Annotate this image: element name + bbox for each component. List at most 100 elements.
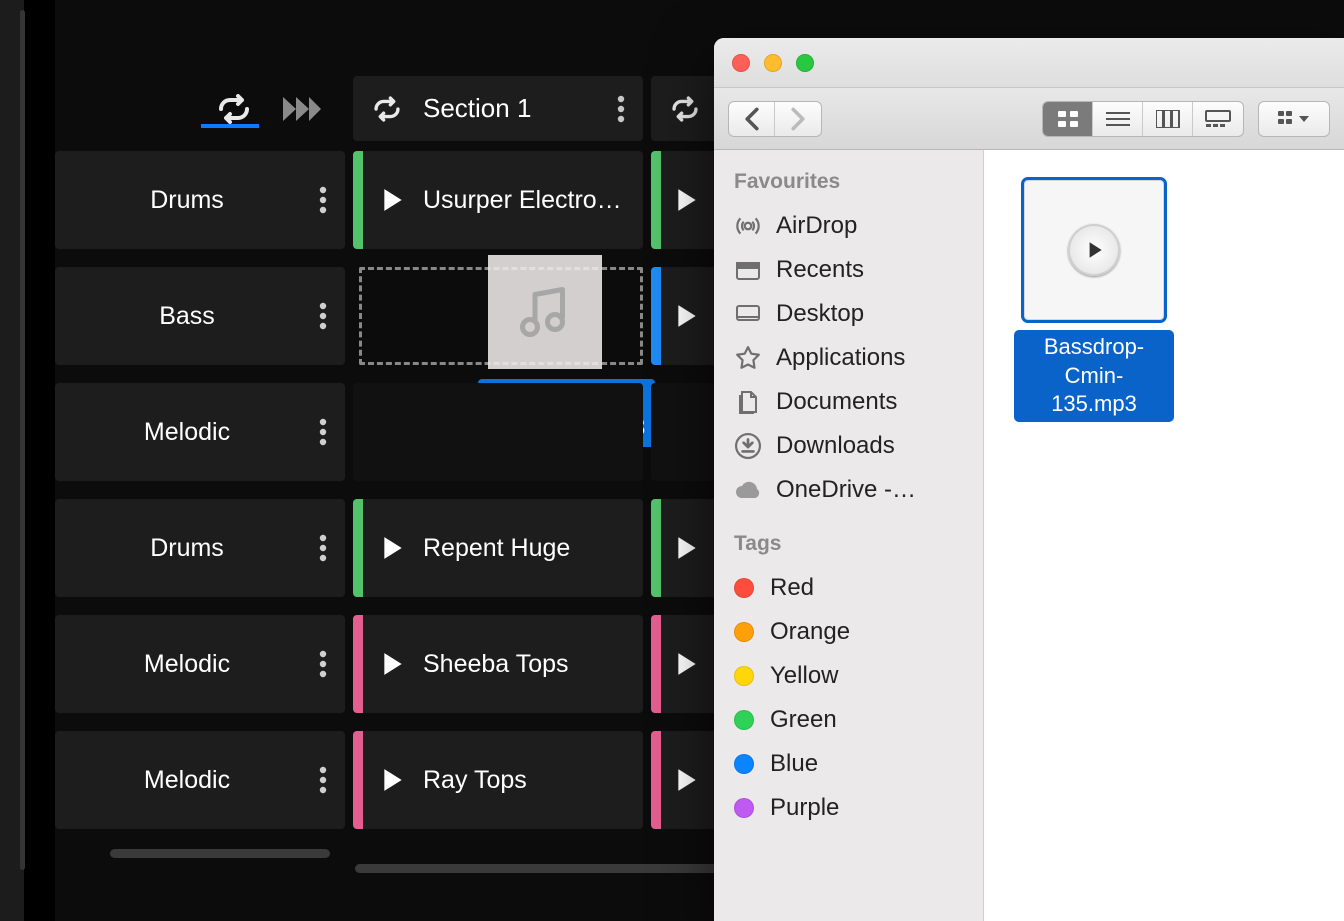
window-minimize-button[interactable]: [764, 54, 782, 72]
track-name: Melodic: [55, 766, 319, 795]
loop-active-indicator: [201, 124, 259, 128]
section-title: Section 1: [423, 93, 531, 124]
sidebar-item-downloads[interactable]: Downloads: [714, 424, 983, 468]
finder-content[interactable]: Bassdrop-Cmin-135.mp3: [984, 150, 1344, 921]
clip-cell[interactable]: Sheeba Tops: [353, 615, 643, 713]
view-seg: [1042, 101, 1244, 137]
finder-titlebar[interactable]: [714, 38, 1344, 88]
track-name: Drums: [55, 534, 319, 563]
tag-dot-icon: [734, 710, 754, 730]
tag-label: Blue: [770, 750, 818, 778]
play-icon[interactable]: [381, 535, 405, 561]
sidebar-item-onedrive-[interactable]: OneDrive -…: [714, 468, 983, 512]
track-label[interactable]: Melodic: [55, 615, 345, 713]
sidebar-item-label: Downloads: [776, 432, 895, 460]
app-left-strip: [0, 0, 24, 921]
tag-label: Yellow: [770, 662, 839, 690]
clip-color-bar: [651, 615, 661, 713]
tag-yellow[interactable]: Yellow: [714, 654, 983, 698]
sidebar-item-documents[interactable]: Documents: [714, 380, 983, 424]
clip-cell-next[interactable]: [651, 151, 721, 249]
tag-orange[interactable]: Orange: [714, 610, 983, 654]
tag-red[interactable]: Red: [714, 566, 983, 610]
back-button[interactable]: [729, 102, 775, 136]
tag-label: Red: [770, 574, 814, 602]
track-hscrollbar[interactable]: [110, 849, 330, 858]
finder-window: Favourites AirDrop Recents Desktop Applicat…: [714, 38, 1344, 921]
clip-cell-next[interactable]: [651, 615, 721, 713]
clip-cell-next[interactable]: [651, 731, 721, 829]
nav-seg: [728, 101, 822, 137]
clip-color-bar: [353, 151, 363, 249]
sidebar-item-applications[interactable]: Applications: [714, 336, 983, 380]
gallery-view-button[interactable]: [1193, 102, 1243, 136]
clip-cell-next[interactable]: [651, 499, 721, 597]
sidebar-icon: [734, 480, 762, 500]
play-icon[interactable]: [675, 535, 699, 561]
tag-label: Green: [770, 706, 837, 734]
clip-cell[interactable]: Bassdrop-Cmin-135.mp3: [353, 267, 643, 365]
play-icon[interactable]: [381, 187, 405, 213]
clip-cell[interactable]: [353, 383, 643, 481]
section-header-next[interactable]: [651, 76, 721, 141]
track-menu-button[interactable]: [319, 418, 327, 446]
play-icon[interactable]: [381, 651, 405, 677]
file-thumbnail[interactable]: [1024, 180, 1164, 320]
window-close-button[interactable]: [732, 54, 750, 72]
play-icon[interactable]: [675, 303, 699, 329]
icon-view-button[interactable]: [1043, 102, 1093, 136]
skip-forward-button[interactable]: [281, 95, 321, 123]
clip-cell-next[interactable]: [651, 267, 721, 365]
clip-cell-next[interactable]: [651, 383, 721, 481]
forward-button[interactable]: [775, 102, 821, 136]
sidebar-icon: [734, 345, 762, 371]
sidebar-heading-favourites: Favourites: [714, 164, 983, 204]
track-label[interactable]: Drums: [55, 499, 345, 597]
tag-green[interactable]: Green: [714, 698, 983, 742]
column-view-button[interactable]: [1143, 102, 1193, 136]
clip-color-bar: [651, 731, 661, 829]
sidebar-item-airdrop[interactable]: AirDrop: [714, 204, 983, 248]
file-item[interactable]: Bassdrop-Cmin-135.mp3: [1014, 180, 1174, 422]
loop-button[interactable]: [215, 94, 253, 124]
section-header[interactable]: Section 1: [353, 76, 643, 141]
sidebar-item-label: Recents: [776, 256, 864, 284]
arrange-button[interactable]: [1259, 102, 1329, 136]
clip-cell[interactable]: Usurper Electronic: [353, 151, 643, 249]
sidebar-icon: [734, 433, 762, 459]
section-menu-button[interactable]: [617, 95, 625, 123]
play-icon[interactable]: [675, 767, 699, 793]
clip-cell[interactable]: Repent Huge: [353, 499, 643, 597]
sidebar-item-recents[interactable]: Recents: [714, 248, 983, 292]
track-label[interactable]: Bass: [55, 267, 345, 365]
sidebar-item-desktop[interactable]: Desktop: [714, 292, 983, 336]
tag-dot-icon: [734, 666, 754, 686]
play-icon[interactable]: [381, 767, 405, 793]
track-menu-button[interactable]: [319, 186, 327, 214]
track-menu-button[interactable]: [319, 766, 327, 794]
track-label[interactable]: Drums: [55, 151, 345, 249]
track-menu-button[interactable]: [319, 650, 327, 678]
play-icon[interactable]: [675, 651, 699, 677]
tag-purple[interactable]: Purple: [714, 786, 983, 830]
window-zoom-button[interactable]: [796, 54, 814, 72]
play-icon[interactable]: [675, 187, 699, 213]
track-menu-button[interactable]: [319, 302, 327, 330]
arrange-seg: [1258, 101, 1330, 137]
sidebar-icon: [734, 259, 762, 281]
tag-label: Orange: [770, 618, 850, 646]
sidebar-icon: [734, 303, 762, 325]
track-menu-button[interactable]: [319, 534, 327, 562]
sidebar-heading-tags: Tags: [714, 526, 983, 566]
finder-toolbar: [714, 88, 1344, 150]
clip-cell[interactable]: Ray Tops: [353, 731, 643, 829]
track-label[interactable]: Melodic: [55, 383, 345, 481]
track-label[interactable]: Melodic: [55, 731, 345, 829]
sidebar-item-label: Desktop: [776, 300, 864, 328]
list-view-button[interactable]: [1093, 102, 1143, 136]
tag-blue[interactable]: Blue: [714, 742, 983, 786]
sidebar-item-label: OneDrive -…: [776, 476, 916, 504]
track-name: Melodic: [55, 418, 319, 447]
sidebar-item-label: Documents: [776, 388, 897, 416]
track-name: Drums: [55, 186, 319, 215]
